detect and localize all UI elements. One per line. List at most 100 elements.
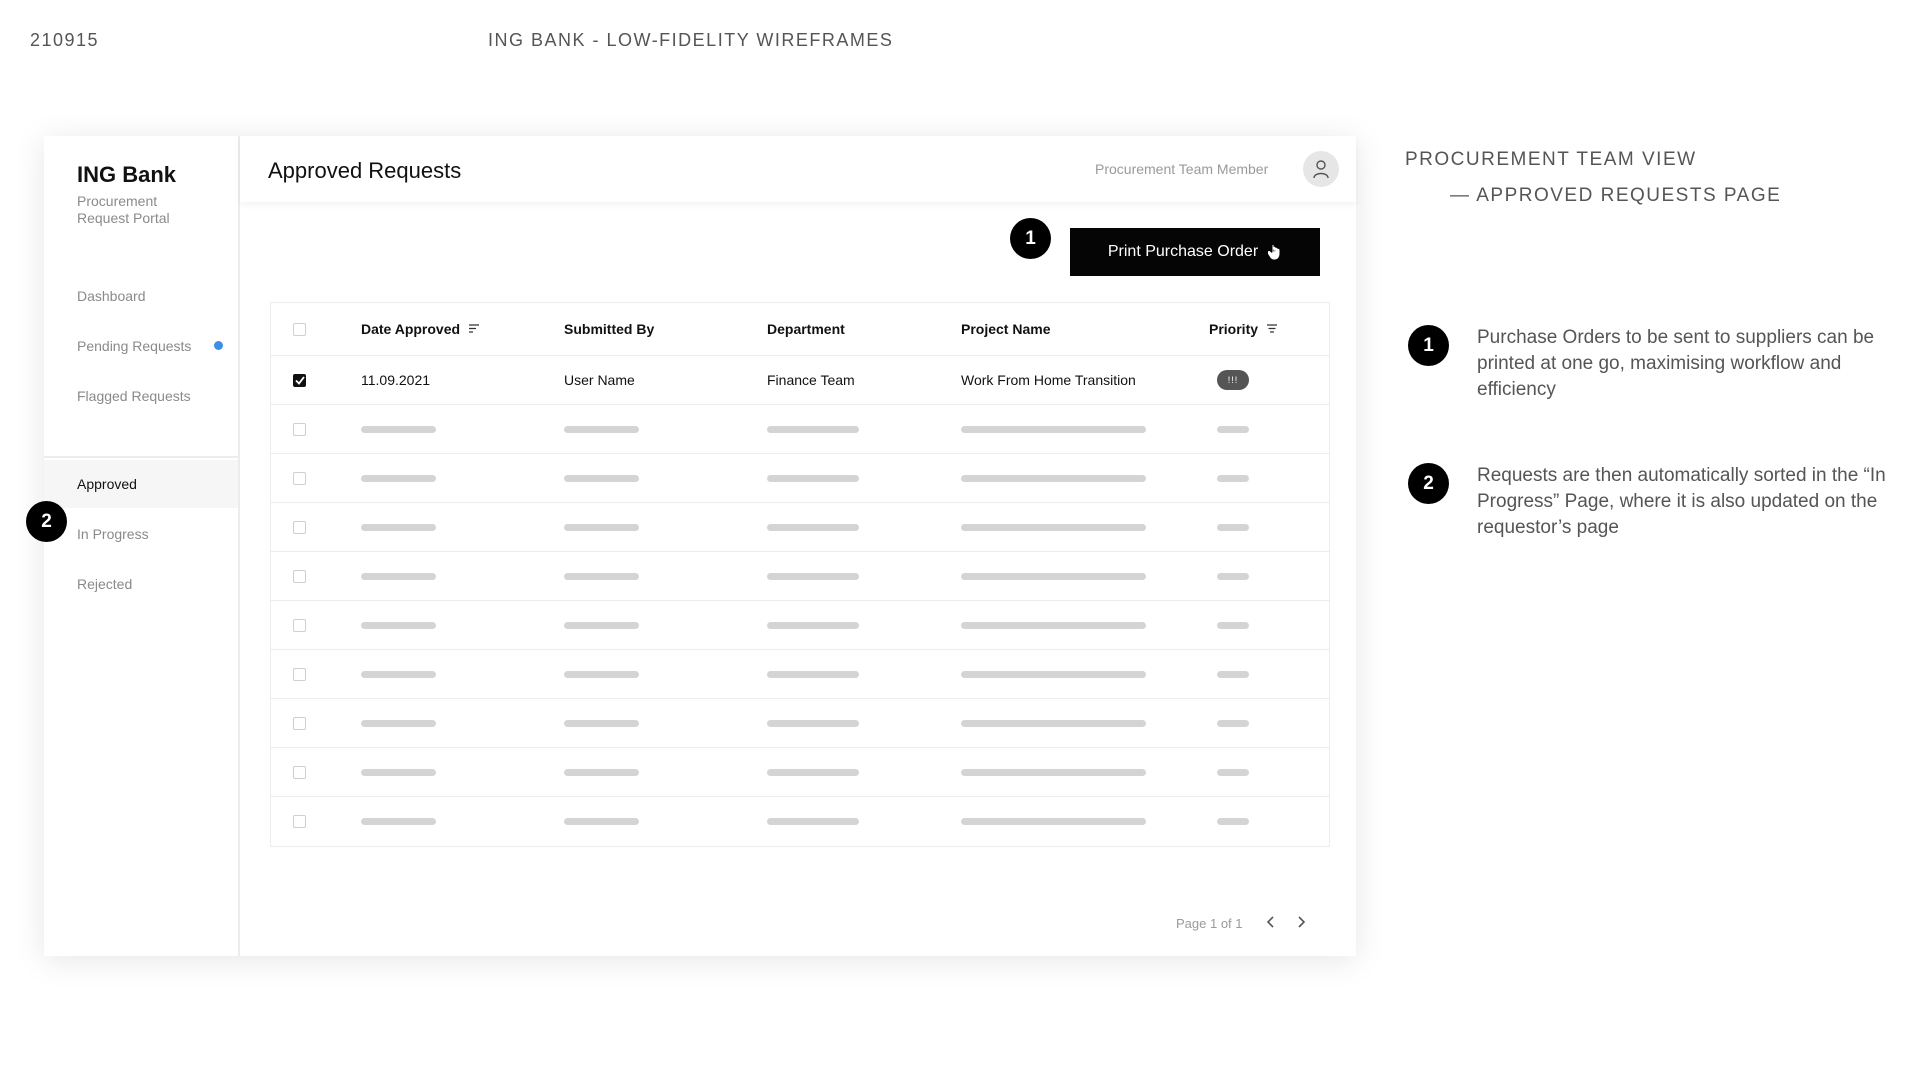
column-header-project-name[interactable]: Project Name	[961, 303, 1050, 355]
row-checkbox[interactable]	[293, 569, 306, 583]
brand-subtitle: Procurement Request Portal	[77, 193, 170, 226]
skeleton-bar	[767, 474, 859, 482]
approved-requests-table: Date Approved Submitted By Department Pr…	[270, 302, 1330, 847]
main-header: Approved Requests Procurement Team Membe…	[240, 136, 1356, 202]
skeleton-bar	[1217, 523, 1249, 531]
skeleton-bar	[767, 572, 859, 580]
row-checkbox[interactable]	[293, 520, 306, 534]
skeleton-bar	[767, 818, 859, 825]
skeleton-bar	[961, 621, 1146, 629]
skeleton-bar	[961, 818, 1146, 825]
skeleton-bar	[564, 572, 639, 580]
skeleton-bar	[1217, 670, 1249, 678]
table-row-placeholder[interactable]	[271, 503, 1329, 552]
column-header-submitted-by[interactable]: Submitted By	[564, 303, 654, 355]
skeleton-bar	[961, 474, 1146, 482]
next-page-button[interactable]	[1292, 912, 1312, 932]
skeleton-bar	[564, 768, 639, 776]
sidebar: ING Bank Procurement Request Portal Dash…	[44, 136, 240, 956]
cell-date-approved: 11.09.2021	[361, 372, 431, 388]
note-1-text: Purchase Orders to be sent to suppliers …	[1477, 327, 1875, 400]
notification-dot	[214, 341, 223, 350]
previous-page-button[interactable]	[1260, 912, 1280, 932]
skeleton-bar	[361, 670, 436, 678]
table-row-placeholder[interactable]	[271, 699, 1329, 748]
skeleton-bar	[961, 670, 1146, 678]
skeleton-bar	[361, 572, 436, 580]
priority-badge: !!!	[1217, 370, 1249, 390]
skeleton-bar	[564, 818, 639, 825]
avatar[interactable]	[1303, 151, 1339, 187]
main-content: Approved Requests Procurement Team Membe…	[240, 136, 1356, 956]
brand-name: ING Bank	[77, 162, 177, 187]
skeleton-bar	[564, 670, 639, 678]
skeleton-bar	[961, 523, 1146, 531]
sidebar-item-approved[interactable]: Approved	[77, 476, 137, 492]
view-title-line1: PROCUREMENT TEAM VIEW	[1405, 149, 1697, 170]
table-row[interactable]: 11.09.2021 User Name Finance Team Work F…	[271, 356, 1329, 405]
skeleton-bar	[564, 425, 639, 433]
table-row-placeholder[interactable]	[271, 405, 1329, 454]
skeleton-bar	[361, 425, 436, 433]
table-row-placeholder[interactable]	[271, 552, 1329, 601]
column-header-department[interactable]: Department	[767, 303, 845, 355]
hand-cursor-icon	[1268, 245, 1280, 260]
row-checkbox[interactable]	[293, 618, 306, 632]
filter-icon[interactable]	[1266, 324, 1278, 334]
skeleton-bar	[961, 425, 1146, 433]
table-row-placeholder[interactable]	[271, 601, 1329, 650]
note-badge-1: 1	[1408, 325, 1449, 366]
skeleton-bar	[1217, 768, 1249, 776]
page-title: Approved Requests	[268, 158, 462, 183]
skeleton-bar	[767, 670, 859, 678]
skeleton-bar	[564, 621, 639, 629]
row-checkbox[interactable]	[293, 716, 306, 730]
row-checkbox[interactable]	[293, 373, 306, 387]
pagination-label: Page 1 of 1	[1176, 916, 1243, 931]
table-row-placeholder[interactable]	[271, 797, 1329, 846]
skeleton-bar	[361, 621, 436, 629]
sort-icon[interactable]	[468, 324, 480, 334]
user-icon	[1313, 160, 1329, 179]
row-checkbox[interactable]	[293, 765, 306, 779]
skeleton-bar	[767, 621, 859, 629]
skeleton-bar	[767, 523, 859, 531]
sidebar-item-in-progress[interactable]: In Progress	[77, 526, 149, 542]
note-badge-2: 2	[1408, 463, 1449, 504]
view-title: PROCUREMENT TEAM VIEW — APPROVED REQUEST…	[1405, 142, 1781, 214]
row-checkbox[interactable]	[293, 422, 306, 436]
skeleton-bar	[361, 818, 436, 825]
skeleton-bar	[361, 523, 436, 531]
table-row-placeholder[interactable]	[271, 748, 1329, 797]
skeleton-bar	[961, 768, 1146, 776]
skeleton-bar	[361, 474, 436, 482]
cell-project-name: Work From Home Transition	[961, 372, 1136, 388]
annotation-badge-2: 2	[26, 501, 67, 542]
table-row-placeholder[interactable]	[271, 650, 1329, 699]
print-purchase-order-button[interactable]: Print Purchase Order	[1070, 228, 1320, 276]
placeholder-rows	[271, 405, 1329, 846]
skeleton-bar	[961, 719, 1146, 727]
annotation-badge-1: 1	[1010, 218, 1051, 259]
sidebar-active-highlight	[44, 460, 238, 508]
skeleton-bar	[361, 768, 436, 776]
sidebar-item-dashboard[interactable]: Dashboard	[77, 288, 146, 304]
row-checkbox[interactable]	[293, 667, 306, 681]
skeleton-bar	[1217, 621, 1249, 629]
skeleton-bar	[1217, 474, 1249, 482]
column-header-date-approved[interactable]: Date Approved	[361, 321, 460, 337]
skeleton-bar	[564, 474, 639, 482]
table-row-placeholder[interactable]	[271, 454, 1329, 503]
sidebar-item-pending-requests[interactable]: Pending Requests	[77, 338, 191, 354]
cell-department: Finance Team	[767, 372, 855, 388]
select-all-checkbox[interactable]	[293, 322, 306, 336]
row-checkbox[interactable]	[293, 815, 306, 828]
row-checkbox[interactable]	[293, 471, 306, 485]
column-header-priority[interactable]: Priority	[1209, 321, 1258, 337]
chevron-right-icon	[1298, 916, 1306, 928]
sidebar-item-rejected[interactable]: Rejected	[77, 576, 132, 592]
skeleton-bar	[1217, 719, 1249, 727]
sidebar-item-flagged-requests[interactable]: Flagged Requests	[77, 388, 191, 404]
cell-submitted-by: User Name	[564, 372, 635, 388]
doc-title: ING BANK - LOW-FIDELITY WIREFRAMES	[488, 30, 894, 50]
